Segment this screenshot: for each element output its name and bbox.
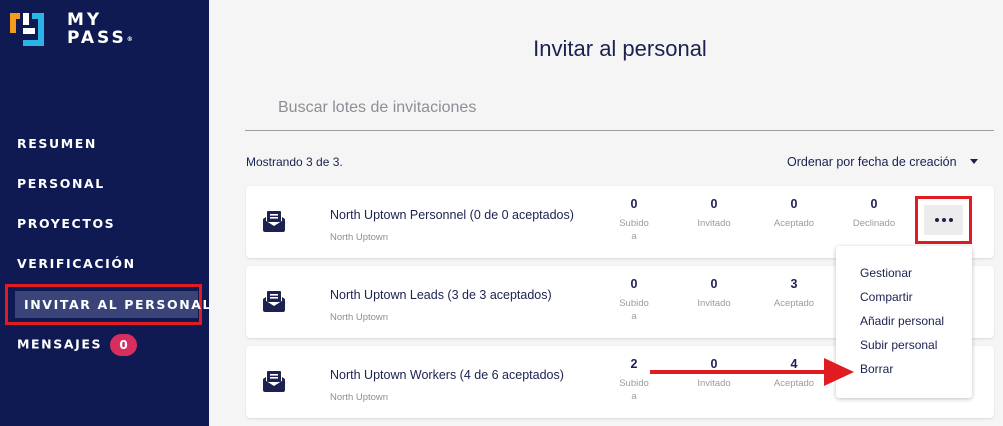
stat-label: Aceptado <box>773 218 815 229</box>
red-arrow <box>650 358 854 386</box>
results-count: Mostrando 3 de 3. <box>246 155 343 169</box>
stat-invited: 0 Invitado <box>684 197 744 230</box>
nav-item-proyectos[interactable]: PROYECTOS <box>17 216 115 231</box>
nav-item-label: MENSAJES <box>17 336 103 352</box>
stat-value: 0 <box>870 197 878 211</box>
logo-line-1: MY <box>67 10 103 30</box>
card-title[interactable]: North Uptown Workers (4 de 6 aceptados) <box>330 368 564 382</box>
stat-uploaded: 0 Subido a <box>604 197 664 243</box>
stat-label: Aceptado <box>773 298 815 309</box>
menu-item-subir-personal[interactable]: Subir personal <box>860 338 937 352</box>
card-title[interactable]: North Uptown Leads (3 de 3 aceptados) <box>330 288 552 302</box>
menu-item-gestionar[interactable]: Gestionar <box>860 266 912 280</box>
logo-line-2: PASS <box>67 28 127 48</box>
stat-label: Invitado <box>697 298 731 309</box>
sort-dropdown[interactable]: Ordenar por fecha de creación <box>787 155 978 169</box>
nav-item-mensajes[interactable]: MENSAJES 0 <box>17 334 138 356</box>
logo[interactable]: MY PASS® <box>9 11 149 51</box>
stat-accepted: 3 Aceptado <box>764 277 824 310</box>
stat-label: Declinado <box>852 218 896 229</box>
stat-uploaded: 0 Subido a <box>604 277 664 323</box>
menu-item-borrar[interactable]: Borrar <box>860 362 893 376</box>
stat-accepted: 0 Aceptado <box>764 197 824 230</box>
stat-declined: 0 Declinado <box>844 197 904 230</box>
stat-label: Invitado <box>697 218 731 229</box>
stat-value: 0 <box>630 197 638 211</box>
card-project: North Uptown <box>330 232 389 243</box>
envelope-icon <box>263 371 285 392</box>
stat-label: Subido a <box>619 378 649 402</box>
card-title[interactable]: North Uptown Personnel (0 de 0 aceptados… <box>330 208 574 222</box>
stat-label: Subido a <box>619 298 649 322</box>
envelope-icon <box>263 211 285 232</box>
nav-item-invitar-al-personal[interactable]: INVITAR AL PERSONAL <box>15 291 210 318</box>
nav-item-label: INVITAR AL PERSONAL <box>24 297 213 312</box>
more-horizontal-icon <box>949 218 953 222</box>
highlight-box-active-nav: INVITAR AL PERSONAL <box>5 284 210 325</box>
mypass-logo-icon <box>10 13 44 46</box>
stat-value: 0 <box>710 197 718 211</box>
nav-item-verificacion[interactable]: VERIFICACIÓN <box>17 256 136 271</box>
card-project: North Uptown <box>330 312 389 323</box>
menu-item-compartir[interactable]: Compartir <box>860 290 913 304</box>
card-project: North Uptown <box>330 392 389 403</box>
highlight-box-more-button <box>915 196 972 244</box>
menu-item-anadir-personal[interactable]: Añadir personal <box>860 314 944 328</box>
envelope-icon <box>263 291 285 312</box>
search-input[interactable] <box>245 86 994 131</box>
stat-value: 0 <box>630 277 638 291</box>
caret-down-icon <box>970 159 978 164</box>
stat-value: 0 <box>790 197 798 211</box>
nav-item-personal[interactable]: PERSONAL <box>17 176 105 191</box>
nav-item-resumen[interactable]: RESUMEN <box>17 136 97 151</box>
more-horizontal-icon <box>935 218 939 222</box>
messages-count-badge: 0 <box>110 334 138 356</box>
more-horizontal-icon <box>942 218 946 222</box>
registered-mark: ® <box>126 36 133 43</box>
more-actions-button[interactable] <box>924 205 963 235</box>
stat-value: 3 <box>790 277 798 291</box>
logo-text: MY PASS® <box>67 11 133 47</box>
stat-invited: 0 Invitado <box>684 277 744 310</box>
sort-label: Ordenar por fecha de creación <box>787 155 957 169</box>
stat-label: Subido a <box>619 218 649 242</box>
sidebar: MY PASS® RESUMEN PERSONAL PROYECTOS VERI… <box>0 0 210 426</box>
stat-value: 0 <box>710 277 718 291</box>
page-title: Invitar al personal <box>533 36 707 61</box>
